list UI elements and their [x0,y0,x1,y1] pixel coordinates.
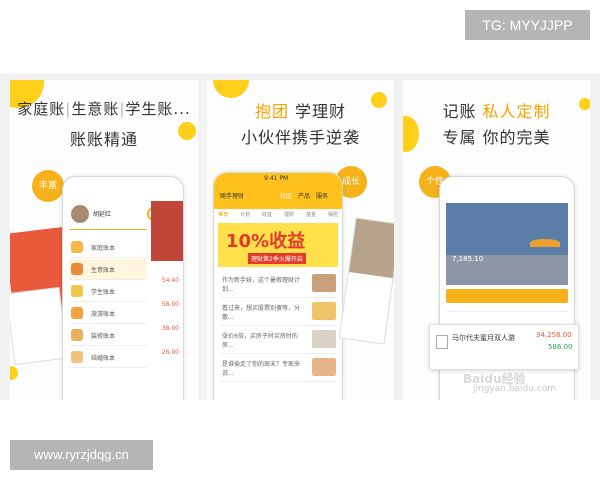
feed-thumbnail [312,358,336,376]
feed-thumbnail [312,274,336,292]
phone-mockup: 胡延红 家庭账本 生意账本 学生账本 旅游账本 装修账本 结婚账本 54.40 … [62,176,184,400]
item-name: 马尔代夫蜜月双人游 [452,334,515,342]
tab-community[interactable]: 社区 [280,191,292,200]
divider [69,229,147,230]
nav-item[interactable]: 基金 [306,211,316,221]
item-value: 34,258.00 [536,331,572,339]
panel3-subheadline: 专属 你的完美 [442,128,551,147]
feed-item[interactable]: 看过来，想买股票别傻等，分散... [220,299,336,326]
promo-banner[interactable]: 10%收益 理财第2季火爆开启 [218,223,338,267]
list-item[interactable]: 旅游账本 [69,303,147,324]
tab-services[interactable]: 服务 [316,191,328,200]
book-icon [71,241,83,253]
nav-item[interactable]: 理财 [284,211,294,221]
feed-thumbnail [312,302,336,320]
list-item-selected[interactable]: 生意账本 [69,259,147,280]
app-header: 9:41 PM 随手理财 社区 产品 服务 [214,173,342,209]
side-number: 54.40 [161,277,179,284]
book-icon [71,351,83,363]
nav-item[interactable]: 保险 [328,211,338,221]
feed-item[interactable]: 涨价6倍，买房子时买房时的房... [220,327,336,354]
banner-headline: 10%收益 [226,231,306,252]
divider [446,311,568,312]
tilted-card-magazine [338,217,394,345]
promo-panel-accounts[interactable]: 家庭账|生意账|学生账... 账账精通 丰富 胡延红 家庭账本 生意账本 学生账… [10,80,198,400]
promo-panel-custom[interactable]: 记账 私人定制 专属 你的完美 个性 7,185.10 马尔代夫蜜月双人游 34… [403,80,590,400]
nav-bar: 推荐 计划 收益 理财 基金 保险 [218,211,338,221]
yellow-dot-decoration [10,366,18,380]
book-icon [71,329,83,341]
side-number: 58.00 [161,301,179,308]
side-number: 38.00 [161,325,179,332]
list-item[interactable]: 结婚账本 [69,347,147,368]
record-button[interactable] [446,289,568,303]
yellow-circle-decoration [213,80,249,98]
balance-amount: 7,185.10 [452,255,484,263]
baidu-url: jingyan.baidu.com [473,384,557,394]
item-value-secondary: 586.00 [548,343,573,351]
banner-subtitle: 理财第2季火爆开启 [248,253,306,264]
list-item[interactable]: 家庭账本 [69,237,147,258]
feed-item[interactable]: 作为新手妹，这个暑假理财计划... [220,271,336,298]
paraglider-shape [530,239,560,247]
side-banner [151,201,183,261]
watermark-tg: TG: MYYJJPP [465,10,590,40]
cover-photo: 7,185.10 [446,203,568,285]
side-number: 26.00 [161,349,179,356]
tilted-card-white [10,286,69,366]
back-button[interactable]: 随手理财 [220,191,244,200]
panel1-headline: 家庭账|生意账|学生账... [17,100,191,118]
avatar[interactable] [71,205,89,223]
feature-tag: 丰富 [32,170,64,202]
nav-item[interactable]: 收益 [262,211,272,221]
panel3-headline: 记账 私人定制 [442,102,551,121]
book-icon [71,263,83,275]
item-card[interactable]: 马尔代夫蜜月双人游 34,258.00 586.00 [429,324,579,370]
feed-item[interactable]: 是谁偷走了你的周末？专家来说... [220,355,336,382]
nav-item[interactable]: 推荐 [218,211,228,221]
feed-thumbnail [312,330,336,348]
promo-panel-finance[interactable]: 抱团 学理财 小伙伴携手逆袭 成长 9:41 PM 随手理财 社区 产品 服务 … [207,80,394,400]
watermark-url: www.ryrzjdqg.cn [10,440,153,470]
status-time: 9:41 PM [264,175,289,182]
user-name: 胡延红 [93,211,112,218]
phone-mockup: 9:41 PM 随手理财 社区 产品 服务 推荐 计划 收益 理财 基金 保险 … [213,172,343,400]
list-item[interactable]: 学生账本 [69,281,147,302]
list-item[interactable]: 装修账本 [69,325,147,346]
magazine-photo [349,218,394,279]
nav-item[interactable]: 计划 [240,211,250,221]
book-icon [71,307,83,319]
panel2-subheadline: 小伙伴携手逆袭 [240,128,360,147]
panel2-headline: 抱团 学理财 [254,102,347,121]
panel1-subheadline: 账账精通 [69,130,138,149]
tab-products[interactable]: 产品 [298,191,310,200]
book-icon [71,285,83,297]
document-icon [436,335,448,349]
